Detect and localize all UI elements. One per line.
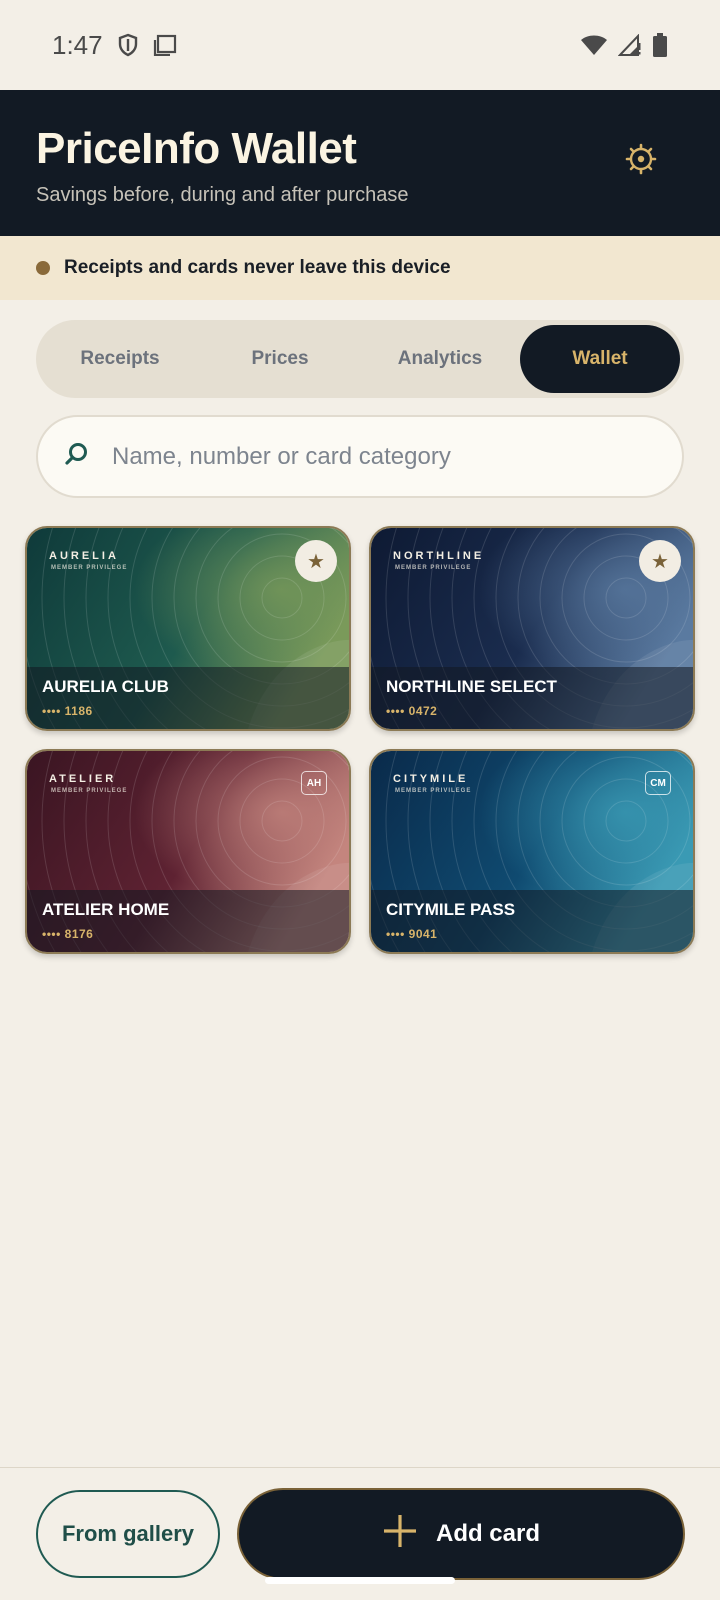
card-number: •••• 9041 (386, 927, 438, 941)
tab-wallet[interactable]: Wallet (520, 325, 680, 393)
card-name: NORTHLINE SELECT (386, 677, 557, 696)
tab-bar: Receipts Prices Analytics Wallet (36, 320, 684, 398)
card-initials-badge: CM (645, 771, 671, 795)
card-privilege: MEMBER PRIVILEGE (395, 565, 472, 571)
card-grid: AURELIA MEMBER PRIVILEGE ★ AURELIA CLUB … (25, 526, 695, 954)
shield-icon (117, 33, 139, 57)
status-bar: 1:47 (0, 0, 720, 90)
wallet-card[interactable]: CITYMILE MEMBER PRIVILEGE CM CITYMILE PA… (369, 749, 695, 954)
card-privilege: MEMBER PRIVILEGE (51, 788, 128, 794)
card-privilege: MEMBER PRIVILEGE (51, 565, 128, 571)
card-brand: ATELIER (49, 773, 117, 785)
card-privilege: MEMBER PRIVILEGE (395, 788, 472, 794)
tab-receipts[interactable]: Receipts (40, 325, 200, 393)
plus-icon (382, 1513, 418, 1556)
from-gallery-button[interactable]: From gallery (36, 1490, 220, 1578)
app-subtitle: Savings before, during and after purchas… (36, 184, 409, 206)
card-initials-badge: AH (301, 771, 327, 795)
card-footer: ATELIER HOME •••• 8176 (27, 890, 349, 952)
card-footer: NORTHLINE SELECT •••• 0472 (371, 667, 693, 729)
card-number: •••• 8176 (42, 927, 94, 941)
tab-analytics[interactable]: Analytics (360, 325, 520, 393)
signal-icon (618, 34, 642, 56)
card-brand: CITYMILE (393, 773, 469, 785)
card-brand: AURELIA (49, 550, 119, 562)
add-card-label: Add card (435, 1520, 540, 1547)
wallet-card[interactable]: ATELIER MEMBER PRIVILEGE AH ATELIER HOME… (25, 749, 351, 954)
search-input[interactable] (112, 442, 632, 471)
card-name: ATELIER HOME (42, 900, 170, 919)
card-number: •••• 1186 (42, 704, 93, 718)
status-time: 1:47 (52, 29, 103, 60)
battery-icon (652, 33, 668, 57)
favorite-star-icon[interactable]: ★ (295, 540, 337, 582)
card-name: AURELIA CLUB (42, 677, 169, 696)
wallet-card[interactable]: NORTHLINE MEMBER PRIVILEGE ★ NORTHLINE S… (369, 526, 695, 731)
status-left: 1:47 (52, 30, 177, 61)
privacy-banner: Receipts and cards never leave this devi… (0, 236, 720, 300)
add-card-button[interactable]: Add card (237, 1488, 685, 1580)
card-footer: CITYMILE PASS •••• 9041 (371, 890, 693, 952)
gear-icon (625, 143, 657, 180)
app-header: PriceInfo Wallet Savings before, during … (0, 90, 720, 236)
wallet-card[interactable]: AURELIA MEMBER PRIVILEGE ★ AURELIA CLUB … (25, 526, 351, 731)
card-footer: AURELIA CLUB •••• 1186 (27, 667, 349, 729)
app-title: PriceInfo Wallet (36, 124, 357, 173)
banner-text: Receipts and cards never leave this devi… (64, 257, 451, 278)
card-brand: NORTHLINE (393, 550, 485, 562)
home-indicator[interactable] (265, 1577, 455, 1584)
card-number: •••• 0472 (386, 704, 438, 718)
settings-button[interactable] (620, 140, 662, 182)
card-name: CITYMILE PASS (386, 900, 516, 919)
favorite-star-icon[interactable]: ★ (639, 540, 681, 582)
tab-prices[interactable]: Prices (200, 325, 360, 393)
screenshot-icon (153, 34, 177, 56)
status-right (580, 33, 668, 57)
wifi-icon (580, 34, 608, 56)
banner-dot-icon (36, 261, 50, 275)
search-bar (36, 415, 684, 498)
search-icon (64, 441, 90, 472)
